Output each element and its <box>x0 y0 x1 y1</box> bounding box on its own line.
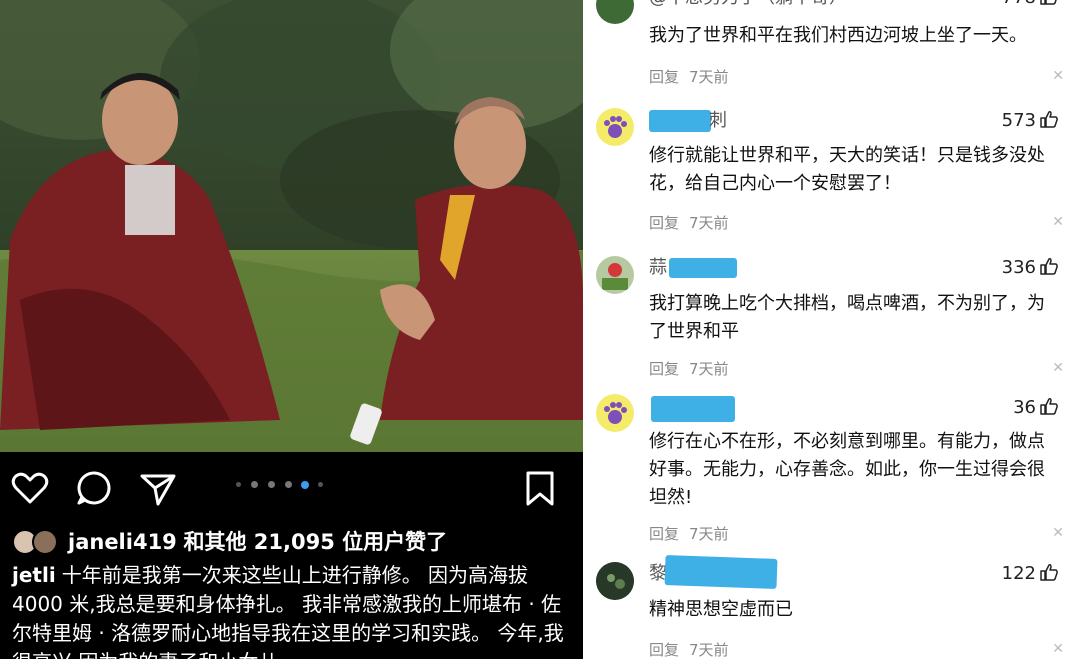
comment-text: 修行就能让世界和平，天大的笑话！只是钱多没处花，给自己内心一个安慰罢了！ <box>649 145 1045 194</box>
comment-username[interactable]: 蒜 <box>649 256 667 280</box>
thumbs-up-icon <box>1040 111 1058 128</box>
comment-icon[interactable] <box>74 468 114 508</box>
comment-item: @不想努力了（躺平哥） 778 我为了世界和平在我们村西边河坡上坐了一天。 回复… <box>583 0 1080 100</box>
reply-button[interactable]: 回复 <box>649 68 679 86</box>
comment-list: @不想努力了（躺平哥） 778 我为了世界和平在我们村西边河坡上坐了一天。 回复… <box>583 0 1080 659</box>
paw-icon <box>604 402 627 424</box>
comment-time: 7天前 <box>689 641 729 659</box>
comment-like-button[interactable]: 778 <box>1002 0 1058 10</box>
comment-like-button[interactable]: 336 <box>1002 256 1058 280</box>
bookmark-icon[interactable] <box>520 468 560 508</box>
redaction-bar <box>649 110 711 132</box>
close-icon[interactable]: ✕ <box>1052 214 1064 230</box>
comment-like-count: 573 <box>1001 110 1036 131</box>
instagram-post: janeli419 和其他 21,095 位用户赞了 jetli 十年前是我第一次… <box>0 0 583 659</box>
comment-item: 刺 573 修行就能让世界和平，天大的笑话！只是钱多没处花，给自己内心一个安慰罢… <box>583 100 1080 246</box>
comment-like-count: 36 <box>1013 397 1036 418</box>
avatar[interactable] <box>596 256 634 294</box>
comment-like-button[interactable]: 36 <box>1013 396 1058 420</box>
comment-username[interactable]: @不想努力了（躺平哥） <box>649 0 847 10</box>
flower-icon <box>602 263 628 290</box>
comment-meta: 回复 7天前 <box>649 66 729 87</box>
avatar-image <box>596 562 634 600</box>
carousel-indicator <box>236 480 336 491</box>
carousel-dot-active <box>301 480 309 489</box>
comment-meta: 回复 7天前 <box>649 212 729 233</box>
reply-button[interactable]: 回复 <box>649 214 679 232</box>
reply-button[interactable]: 回复 <box>649 641 679 659</box>
close-icon[interactable]: ✕ <box>1052 641 1064 657</box>
redaction-bar <box>669 258 737 278</box>
comment-item: 36 修行在心不在形，不必刻意到哪里。有能力，做点好事。无能力，心存善念。如此，… <box>583 392 1080 552</box>
thumbs-up-icon <box>1040 0 1057 5</box>
comment-time: 7天前 <box>689 214 729 232</box>
comment-time: 7天前 <box>689 68 729 86</box>
carousel-dot <box>318 482 323 487</box>
comment-text: 我打算晚上吃个大排档，喝点啤酒，不为别了，为了世界和平 <box>649 293 1045 342</box>
carousel-dot <box>251 481 258 488</box>
avatar[interactable] <box>596 562 634 600</box>
comment-time: 7天前 <box>689 525 729 543</box>
redaction-bar <box>664 555 778 589</box>
comment-time: 7天前 <box>689 360 729 378</box>
comment-text: 修行在心不在形，不必刻意到哪里。有能力，做点好事。无能力，心存善念。如此，你一生… <box>649 431 1045 508</box>
caption-username[interactable]: jetli <box>12 563 56 587</box>
comment-text: 我为了世界和平在我们村西边河坡上坐了一天。 <box>649 25 1027 46</box>
comment-text: 精神思想空虚而已 <box>649 599 793 620</box>
avatar[interactable] <box>596 394 634 432</box>
reply-button[interactable]: 回复 <box>649 360 679 378</box>
likes-rest: 和其他 21,095 位用户赞了 <box>183 530 448 554</box>
comment-like-button[interactable]: 573 <box>1002 109 1058 133</box>
thumbs-up-icon <box>1040 258 1058 275</box>
carousel-dot <box>268 481 275 488</box>
likes-summary[interactable]: janeli419 和其他 21,095 位用户赞了 <box>12 527 582 557</box>
carousel-dot <box>285 481 292 488</box>
comment-item: 黎 122 精神思想空虚而已 回复 7天前 ✕ <box>583 552 1080 659</box>
post-photo <box>0 0 583 452</box>
reply-button[interactable]: 回复 <box>649 525 679 543</box>
likes-user[interactable]: janeli419 <box>68 530 177 554</box>
comment-like-count: 336 <box>1001 257 1036 278</box>
comment-meta: 回复 7天前 <box>649 639 729 659</box>
comment-like-button[interactable]: 122 <box>1002 562 1058 586</box>
comment-username[interactable]: 刺 <box>709 109 727 133</box>
comment-meta: 回复 7天前 <box>649 358 729 379</box>
post-caption: jetli 十年前是我第一次来这些山上进行静修。 因为高海拔 4000 米,我总是… <box>12 561 578 659</box>
heart-icon[interactable] <box>10 468 50 508</box>
avatar <box>32 529 58 555</box>
avatar[interactable] <box>596 108 634 146</box>
comment-item: 蒜 336 我打算晚上吃个大排档，喝点啤酒，不为别了，为了世界和平 回复 7天前 … <box>583 246 1080 392</box>
comment-meta: 回复 7天前 <box>649 523 729 544</box>
close-icon[interactable]: ✕ <box>1052 525 1064 541</box>
thumbs-up-icon <box>1040 564 1058 581</box>
share-icon[interactable] <box>138 468 178 508</box>
caption-text: 十年前是我第一次来这些山上进行静修。 因为高海拔 4000 米,我总是要和身体挣… <box>12 563 564 659</box>
close-icon[interactable]: ✕ <box>1052 68 1064 84</box>
carousel-dot <box>236 482 241 487</box>
likes-text: janeli419 和其他 21,095 位用户赞了 <box>68 527 447 557</box>
comment-like-count: 122 <box>1001 563 1036 584</box>
close-icon[interactable]: ✕ <box>1052 360 1064 376</box>
redaction-bar <box>651 396 735 422</box>
paw-icon <box>604 116 627 138</box>
thumbs-up-icon <box>1040 398 1058 415</box>
comment-like-count: 778 <box>1002 0 1036 8</box>
avatar[interactable] <box>596 0 634 24</box>
